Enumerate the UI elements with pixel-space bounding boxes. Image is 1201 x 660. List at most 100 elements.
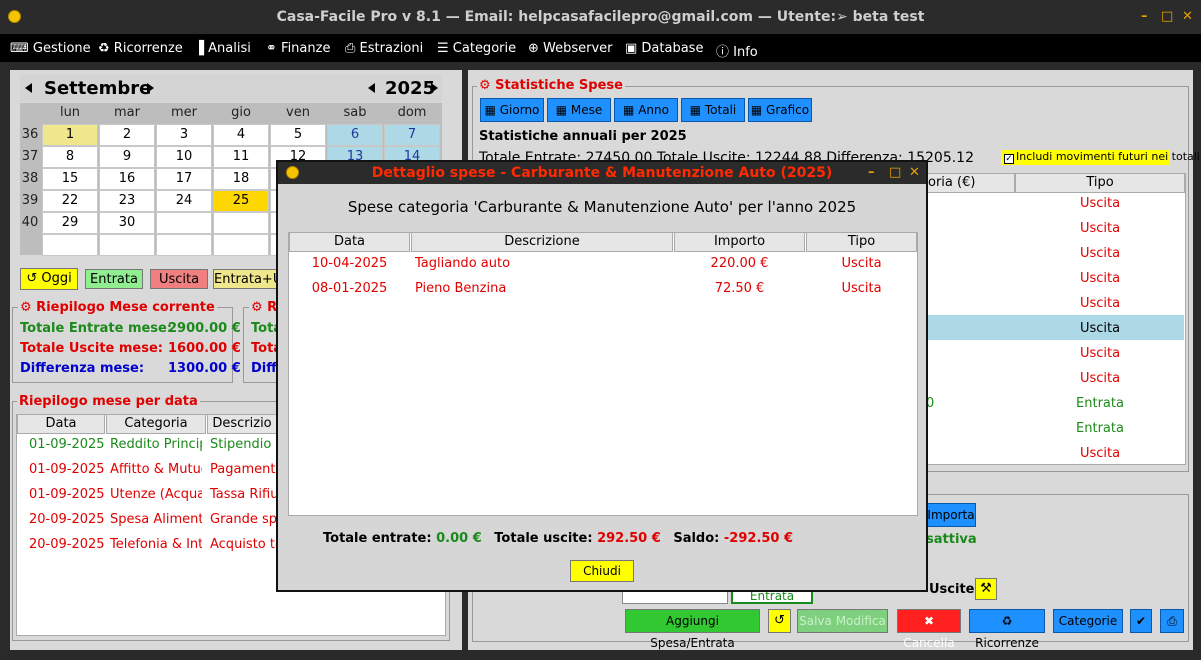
calendar-day[interactable]: 15	[42, 168, 98, 190]
stat-tipo[interactable]: Uscita	[1015, 321, 1185, 336]
menu-webserver[interactable]: ⊕ Webserver	[528, 41, 613, 56]
dialog-cell-importo[interactable]: 72.50 €	[674, 281, 805, 296]
calendar-day[interactable]: 3	[156, 124, 212, 146]
menu-categorie[interactable]: ☰ Categorie	[437, 41, 516, 56]
calendar-day[interactable]: 11	[213, 146, 269, 168]
dialog-close-icon[interactable]: ✕	[909, 165, 920, 180]
stat-grafico-button[interactable]: ▦ Grafico	[748, 98, 812, 122]
includi-futuri-checkbox[interactable]: ✓ Includi movimenti futuri nei totali	[1001, 150, 1200, 165]
table-cell-cat[interactable]: Affitto & Mutuo	[110, 462, 202, 477]
ricorrenze-button[interactable]: ♻ Ricorrenze	[969, 609, 1045, 650]
table-cell-cat[interactable]: Utenze (Acqua ,	[110, 487, 202, 502]
chiudi-button[interactable]: Chiudi	[570, 560, 634, 582]
dlg-col-tipo[interactable]: Tipo	[806, 232, 917, 252]
table-cell-cat[interactable]: Telefonia & Inte	[110, 537, 202, 552]
aggiungi-button[interactable]: Aggiungi Spesa/Entrata	[625, 609, 760, 650]
check-icon[interactable]: ✔	[1130, 609, 1152, 633]
stat-tipo[interactable]: Uscita	[1015, 196, 1185, 211]
col-data[interactable]: Data	[17, 414, 105, 434]
export-icon[interactable]: ⎙	[1160, 609, 1184, 633]
dlg-col-importo[interactable]: Importo	[674, 232, 805, 252]
calendar-day[interactable]	[156, 212, 212, 234]
table-cell-data[interactable]: 01-09-2025	[29, 487, 109, 502]
dialog-table[interactable]	[288, 232, 918, 516]
calendar-day[interactable]: 6	[327, 124, 383, 146]
calendar-day[interactable]: 10	[156, 146, 212, 168]
minimize-icon[interactable]: –	[1141, 9, 1148, 24]
importa-button[interactable]: Importa	[926, 503, 976, 527]
dialog-cell-data[interactable]: 10-04-2025	[289, 256, 410, 271]
calendar-day[interactable]	[156, 234, 212, 256]
dialog-cell-desc[interactable]: Tagliando auto	[415, 256, 670, 271]
calendar-day[interactable]: 24	[156, 190, 212, 212]
dialog-cell-importo[interactable]: 220.00 €	[674, 256, 805, 271]
next-month-icon[interactable]	[147, 83, 154, 93]
stat-tipo[interactable]: Uscita	[1015, 271, 1185, 286]
stat-giorno-button[interactable]: ▦ Giorno	[480, 98, 544, 122]
menu-database[interactable]: ▣ Database	[625, 41, 703, 56]
menu-estrazioni[interactable]: ⎙ Estrazioni	[345, 41, 423, 56]
calendar-day[interactable]: 23	[99, 190, 155, 212]
col-categoria[interactable]: Categoria	[106, 414, 206, 434]
dialog-cell-tipo[interactable]: Uscita	[806, 256, 917, 271]
calendar-day[interactable]: 2	[99, 124, 155, 146]
dialog-minimize-icon[interactable]: –	[868, 165, 875, 180]
table-cell-desc[interactable]: Stipendio S	[210, 437, 276, 452]
menu-gestione[interactable]: ⌨ Gestione	[10, 41, 91, 56]
col-descrizione[interactable]: Descrizio	[207, 414, 277, 434]
refresh-icon[interactable]: ↺	[768, 609, 791, 633]
stat-totali-button[interactable]: ▦ Totali	[681, 98, 745, 122]
tools-icon[interactable]: ⚒	[975, 578, 997, 600]
dialog-cell-tipo[interactable]: Uscita	[806, 281, 917, 296]
table-cell-desc[interactable]: Tassa Rifiu	[210, 487, 276, 502]
calendar-day[interactable]: 4	[213, 124, 269, 146]
calendar-day[interactable]: 18	[213, 168, 269, 190]
prev-month-icon[interactable]	[25, 83, 32, 93]
calendar-day[interactable]: 5	[270, 124, 326, 146]
stat-tipo[interactable]: Uscita	[1015, 371, 1185, 386]
calendar-day[interactable]	[99, 234, 155, 256]
table-cell-cat[interactable]: Spesa Alimenta	[110, 512, 202, 527]
menu-info[interactable]: ⓘ Info	[716, 41, 758, 60]
calendar-day[interactable]: 25	[213, 190, 269, 212]
calendar-day[interactable]	[42, 234, 98, 256]
dlg-col-descrizione[interactable]: Descrizione	[411, 232, 673, 252]
table-cell-desc[interactable]: Pagamento	[210, 462, 276, 477]
calendar-day[interactable]: 1	[42, 124, 98, 146]
stat-tipo[interactable]: Uscita	[1015, 296, 1185, 311]
calendar-day[interactable]: 8	[42, 146, 98, 168]
stat-tipo[interactable]: Uscita	[1015, 346, 1185, 361]
calendar-day[interactable]: 9	[99, 146, 155, 168]
cancella-button[interactable]: ✖ Cancella	[897, 609, 961, 650]
stat-anno-button[interactable]: ▦ Anno	[614, 98, 678, 122]
table-cell-data[interactable]: 01-09-2025	[29, 462, 109, 477]
table-cell-desc[interactable]: Grande spe	[210, 512, 276, 527]
next-year-icon[interactable]	[431, 83, 438, 93]
stat-tipo[interactable]: Uscita	[1015, 446, 1185, 461]
menu-finanze[interactable]: ⚭ Finanze	[266, 41, 330, 56]
menu-ricorrenze[interactable]: ♻ Ricorrenze	[98, 41, 183, 56]
table-cell-cat[interactable]: Reddito Principa	[110, 437, 202, 452]
calendar-day[interactable]	[213, 234, 269, 256]
dialog-cell-data[interactable]: 08-01-2025	[289, 281, 410, 296]
dlg-col-data[interactable]: Data	[289, 232, 410, 252]
dialog-maximize-icon[interactable]: □	[889, 165, 901, 180]
menu-analisi[interactable]: ▐ Analisi	[194, 41, 251, 56]
stat-mese-button[interactable]: ▦ Mese	[547, 98, 611, 122]
calendar-day[interactable]: 17	[156, 168, 212, 190]
stat-tipo[interactable]: Uscita	[1015, 221, 1185, 236]
table-cell-data[interactable]: 20-09-2025	[29, 537, 109, 552]
calendar-day[interactable]: 29	[42, 212, 98, 234]
calendar-day[interactable]	[213, 212, 269, 234]
salva-modifica-button[interactable]: Salva Modifica	[797, 609, 888, 633]
calendar-day[interactable]: 7	[384, 124, 440, 146]
dialog-cell-desc[interactable]: Pieno Benzina	[415, 281, 670, 296]
calendar-day[interactable]: 30	[99, 212, 155, 234]
stat-tipo[interactable]: Entrata	[1015, 421, 1185, 436]
stat-tipo[interactable]: Entrata	[1015, 396, 1185, 411]
col-tipo[interactable]: Tipo	[1015, 173, 1185, 193]
maximize-icon[interactable]: □	[1161, 9, 1173, 24]
categorie-button[interactable]: Categorie	[1053, 609, 1123, 633]
stat-tipo[interactable]: Uscita	[1015, 246, 1185, 261]
prev-year-icon[interactable]	[368, 83, 375, 93]
